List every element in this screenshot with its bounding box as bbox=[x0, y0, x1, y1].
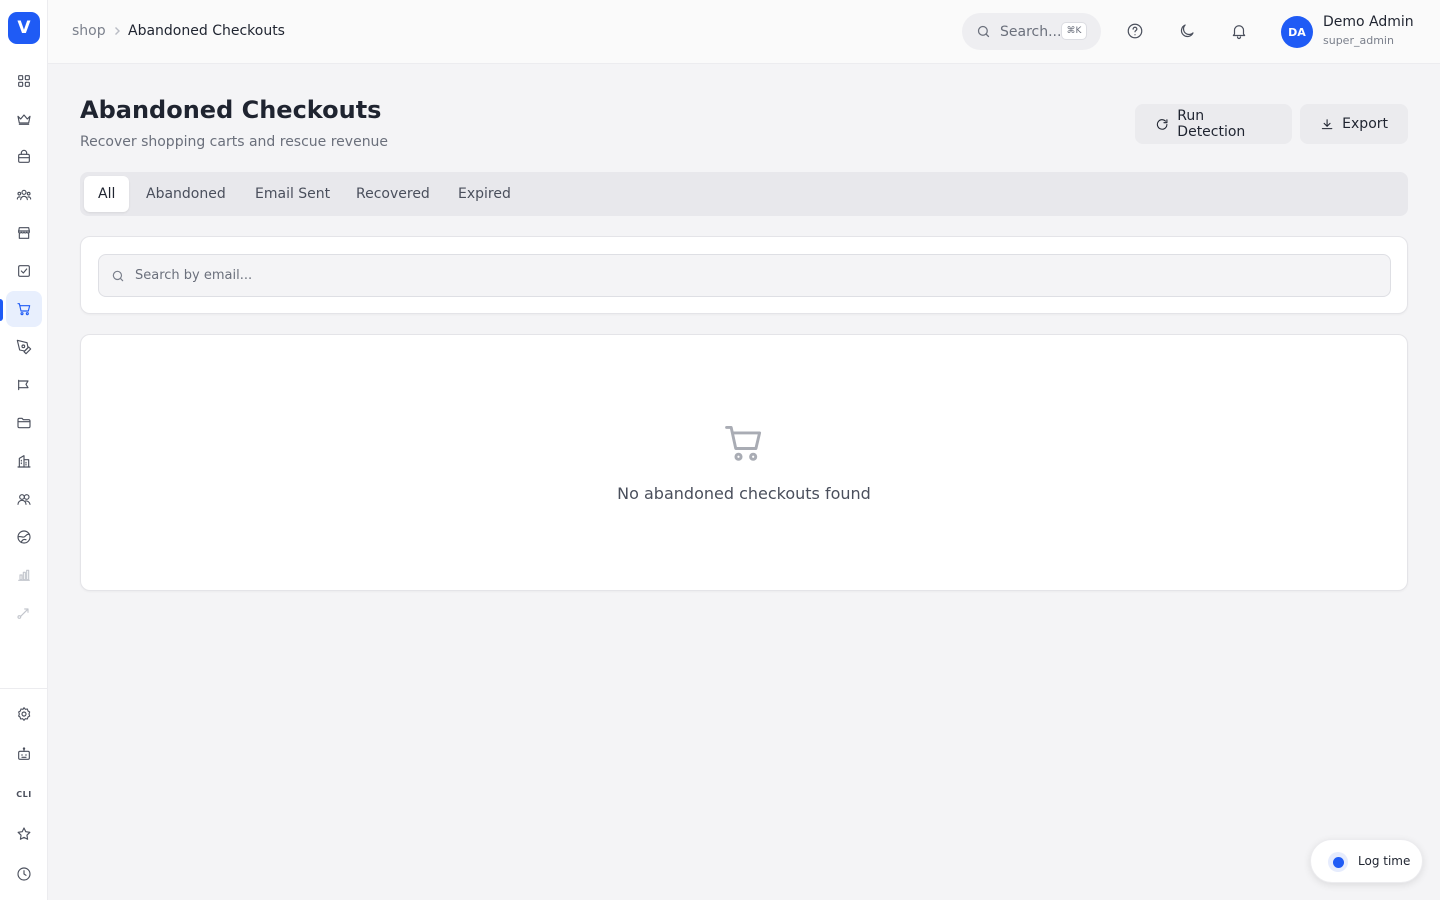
tab-all[interactable]: All bbox=[84, 176, 130, 212]
global-search[interactable]: Search... ⌘K bbox=[962, 13, 1101, 50]
email-search-input[interactable] bbox=[135, 255, 1375, 296]
breadcrumb-root[interactable]: shop bbox=[72, 23, 106, 39]
theme-toggle-button[interactable] bbox=[1178, 22, 1196, 40]
run-detection-label: Run Detection bbox=[1177, 108, 1246, 140]
tab-email-sent[interactable]: Email Sent bbox=[241, 176, 344, 212]
export-label: Export bbox=[1342, 116, 1388, 132]
sidebar-item-company[interactable] bbox=[6, 443, 42, 479]
sidebar-item-tasks[interactable] bbox=[6, 253, 42, 289]
sidebar-item-favorites[interactable] bbox=[6, 816, 42, 852]
sidebar-item-store[interactable] bbox=[6, 215, 42, 251]
moon-icon bbox=[1180, 24, 1194, 38]
store-icon bbox=[18, 227, 30, 239]
robot-icon bbox=[18, 747, 30, 760]
tab-expired[interactable]: Expired bbox=[444, 176, 525, 212]
sidebar-item-routes[interactable] bbox=[6, 595, 42, 631]
sidebar-item-marketing[interactable] bbox=[6, 367, 42, 403]
page-title: Abandoned Checkouts bbox=[80, 96, 382, 124]
status-tabs: All Abandoned Email Sent Recovered Expir… bbox=[80, 172, 1408, 216]
help-circle-icon bbox=[1127, 23, 1143, 39]
clock-icon bbox=[17, 867, 31, 881]
building-icon bbox=[17, 455, 31, 468]
email-search-field[interactable] bbox=[98, 254, 1391, 297]
sidebar-item-history[interactable] bbox=[6, 856, 42, 892]
cli-label: CLI bbox=[16, 789, 32, 799]
download-icon bbox=[1321, 118, 1333, 129]
run-detection-button[interactable]: Run Detection bbox=[1135, 104, 1292, 144]
sidebar-item-crown[interactable] bbox=[6, 101, 42, 137]
page-subtitle: Recover shopping carts and rescue revenu… bbox=[80, 134, 389, 150]
user-role: super_admin bbox=[1323, 34, 1394, 47]
gear-icon bbox=[18, 707, 31, 721]
megaphone-icon bbox=[18, 379, 29, 391]
sidebar-item-cli[interactable]: CLI bbox=[6, 776, 42, 812]
sidebar: V CLI bbox=[0, 0, 48, 900]
shopping-cart-icon bbox=[17, 303, 31, 316]
help-button[interactable] bbox=[1126, 22, 1144, 40]
user-name[interactable]: Demo Admin bbox=[1323, 14, 1414, 30]
dashboard-grid-icon bbox=[18, 75, 30, 87]
sidebar-divider bbox=[0, 688, 48, 689]
users-group-icon bbox=[16, 189, 32, 201]
shopping-bag-icon bbox=[18, 149, 30, 163]
chevron-right-icon bbox=[115, 27, 120, 35]
sidebar-item-orders[interactable] bbox=[6, 139, 42, 175]
search-icon bbox=[977, 25, 990, 38]
folder-icon bbox=[17, 417, 31, 429]
tab-recovered[interactable]: Recovered bbox=[342, 176, 444, 212]
people-icon bbox=[17, 494, 31, 505]
empty-cart-icon bbox=[722, 421, 766, 465]
user-avatar[interactable]: DA bbox=[1281, 16, 1313, 48]
pen-tool-icon bbox=[16, 339, 32, 355]
global-search-placeholder: Search... bbox=[1000, 24, 1062, 40]
sidebar-item-analytics[interactable] bbox=[6, 557, 42, 593]
app-logo[interactable]: V bbox=[8, 12, 40, 44]
sidebar-item-settings[interactable] bbox=[6, 696, 42, 732]
sidebar-item-customers[interactable] bbox=[6, 177, 42, 213]
results-card: No abandoned checkouts found bbox=[80, 334, 1408, 591]
checkbox-icon bbox=[18, 265, 30, 277]
top-header: shop Abandoned Checkouts Search... ⌘K DA… bbox=[48, 0, 1440, 64]
tab-abandoned[interactable]: Abandoned bbox=[132, 176, 240, 212]
search-shortcut-badge: ⌘K bbox=[1061, 22, 1087, 40]
star-icon bbox=[17, 827, 31, 840]
log-time-button[interactable]: Log time bbox=[1310, 839, 1423, 883]
sidebar-item-ai[interactable] bbox=[6, 736, 42, 772]
sidebar-item-files[interactable] bbox=[6, 405, 42, 441]
route-icon bbox=[17, 608, 29, 619]
refresh-icon bbox=[1156, 118, 1168, 130]
sidebar-item-dashboard[interactable] bbox=[6, 63, 42, 99]
timer-icon bbox=[1328, 852, 1348, 872]
sidebar-item-global[interactable] bbox=[6, 519, 42, 555]
search-icon bbox=[112, 270, 124, 282]
notifications-button[interactable] bbox=[1230, 22, 1248, 40]
sidebar-item-abandoned-checkouts[interactable] bbox=[6, 291, 42, 327]
active-indicator bbox=[0, 299, 3, 321]
sidebar-item-team[interactable] bbox=[6, 481, 42, 517]
bell-icon bbox=[1232, 25, 1246, 40]
globe-icon bbox=[17, 530, 31, 544]
breadcrumb-current: Abandoned Checkouts bbox=[128, 23, 285, 39]
crown-icon bbox=[17, 114, 31, 125]
empty-state-message: No abandoned checkouts found bbox=[617, 484, 871, 503]
filter-card bbox=[80, 236, 1408, 314]
export-button[interactable]: Export bbox=[1300, 104, 1408, 144]
sidebar-item-design[interactable] bbox=[6, 329, 42, 365]
log-time-label: Log time bbox=[1358, 854, 1411, 868]
bar-chart-icon bbox=[18, 569, 30, 581]
